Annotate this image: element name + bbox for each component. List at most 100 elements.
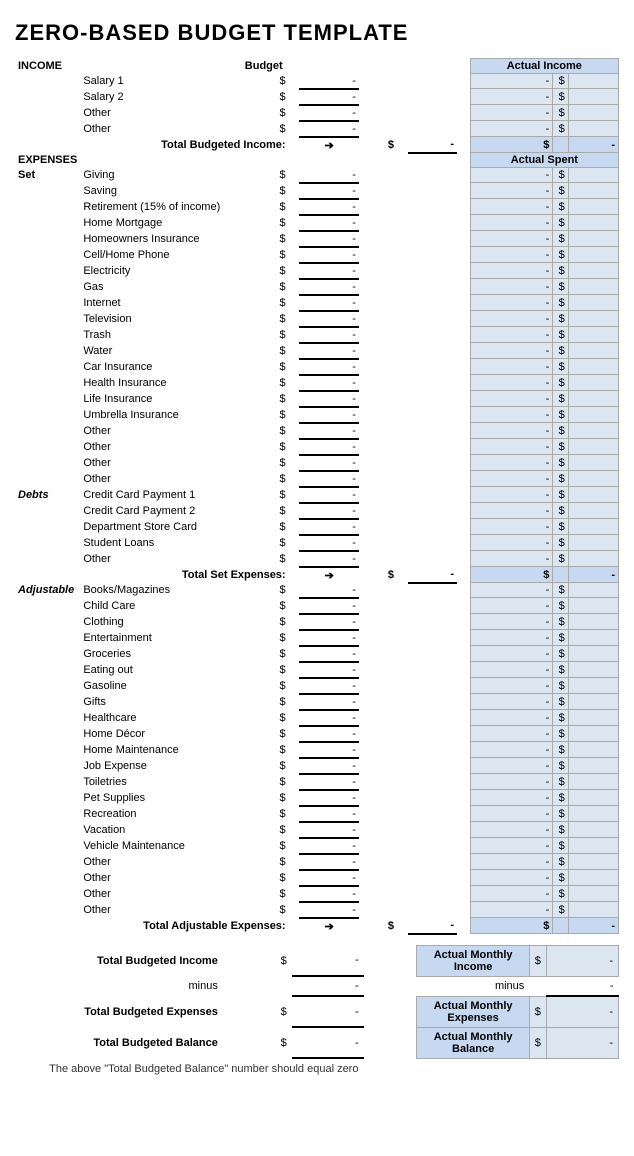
summary-balance-label: Total Budgeted Balance xyxy=(44,1027,223,1058)
expenses-label: EXPENSES xyxy=(15,153,80,168)
set-section-row: Set Giving $ - - $ xyxy=(15,168,619,183)
summary-income-amount[interactable]: - xyxy=(292,945,364,976)
minus-value[interactable]: - xyxy=(292,976,364,996)
table-row: Saving $ - - $ xyxy=(15,183,619,199)
arrow-icon: ➔ xyxy=(299,918,359,934)
row-label: Other xyxy=(80,121,241,137)
table-row: Internet $ - - $ xyxy=(15,295,619,311)
summary-expenses-label: Total Budgeted Expenses xyxy=(44,996,223,1027)
actual-amount[interactable]: - xyxy=(470,89,553,105)
arrow-icon: ➔ xyxy=(299,137,359,153)
table-row: Department Store Card $ - - $ xyxy=(15,519,619,535)
table-row: Gifts $ - - $ xyxy=(15,694,619,710)
summary-minus-row: minus - minus - xyxy=(15,976,619,996)
budget-amount[interactable]: - xyxy=(299,74,359,89)
table-row: Groceries $ - - $ xyxy=(15,646,619,662)
summary-income-label: Total Budgeted Income xyxy=(44,945,223,976)
table-row: Credit Card Payment 2 $ - - $ xyxy=(15,503,619,519)
table-row: Eating out $ - - $ xyxy=(15,662,619,678)
table-row: Trash $ - - $ xyxy=(15,327,619,343)
table-row: Gasoline $ - - $ xyxy=(15,678,619,694)
table-row: Vacation $ - - $ xyxy=(15,822,619,838)
actual-monthly-income-val[interactable]: - xyxy=(546,945,618,976)
summary-section: Total Budgeted Income $ - Actual Monthly… xyxy=(15,945,619,1080)
table-row: Home Décor $ - - $ xyxy=(15,726,619,742)
table-row: Retirement (15% of income) $ - - $ xyxy=(15,199,619,215)
adjustable-label: Adjustable xyxy=(15,583,80,598)
actual-monthly-expenses-val[interactable]: - xyxy=(546,996,618,1027)
table-row: Umbrella Insurance $ - - $ xyxy=(15,407,619,423)
row-label: Salary 1 xyxy=(80,74,241,89)
arrow-icon: ➔ xyxy=(299,567,359,583)
debts-section-row: Debts Credit Card Payment 1 $ - - $ xyxy=(15,487,619,503)
actual-monthly-balance-box: Actual Monthly Balance xyxy=(417,1027,529,1058)
actual-minus-value[interactable]: - xyxy=(546,976,618,996)
actual-amount[interactable]: - xyxy=(470,105,553,121)
income-section-label: INCOME xyxy=(15,59,80,74)
set-label: Set xyxy=(15,168,80,183)
table-row: Home Mortgage $ - - $ xyxy=(15,215,619,231)
table-row: Salary 2 $ - - $ xyxy=(15,89,619,105)
total-adjustable-row: Total Adjustable Expenses: ➔ $ - $ - xyxy=(15,918,619,934)
actual-monthly-expenses-box: Actual Monthly Expenses xyxy=(417,996,529,1027)
table-row: Other $ - - $ xyxy=(15,439,619,455)
table-row: Other $ - - $ xyxy=(15,455,619,471)
table-row: Other $ - - $ xyxy=(15,423,619,439)
expenses-header-row: EXPENSES Actual Spent xyxy=(15,153,619,168)
table-row: Life Insurance $ - - $ xyxy=(15,391,619,407)
table-row: Toiletries $ - - $ xyxy=(15,774,619,790)
table-row: Home Maintenance $ - - $ xyxy=(15,742,619,758)
table-row: Electricity $ - - $ xyxy=(15,263,619,279)
note-text: The above "Total Budgeted Balance" numbe… xyxy=(44,1058,364,1079)
table-row: Car Insurance $ - - $ xyxy=(15,359,619,375)
table-row: Television $ - - $ xyxy=(15,311,619,327)
adjustable-section-row: Adjustable Books/Magazines $ - - $ xyxy=(15,583,619,598)
table-row: Homeowners Insurance $ - - $ xyxy=(15,231,619,247)
actual-amount[interactable]: - xyxy=(470,74,553,89)
summary-table: Total Budgeted Income $ - Actual Monthly… xyxy=(15,945,619,1080)
table-row: Salary 1 $ - - $ xyxy=(15,74,619,89)
summary-balance-amount[interactable]: - xyxy=(292,1027,364,1058)
table-row: Cell/Home Phone $ - - $ xyxy=(15,247,619,263)
minus-label: minus xyxy=(44,976,223,996)
table-row: Vehicle Maintenance $ - - $ xyxy=(15,838,619,854)
table-row: Job Expense $ - - $ xyxy=(15,758,619,774)
summary-income-row: Total Budgeted Income $ - Actual Monthly… xyxy=(15,945,619,976)
total-income-label: Total Budgeted Income: xyxy=(80,137,288,153)
actual-amount[interactable]: - xyxy=(470,121,553,137)
page: ZERO-BASED BUDGET TEMPLATE INCOME Budget xyxy=(0,0,634,1099)
table-row: Other $ - - $ xyxy=(15,471,619,487)
set-first-item: Giving xyxy=(80,168,241,183)
table-row: Healthcare $ - - $ xyxy=(15,710,619,726)
table-row: Recreation $ - - $ xyxy=(15,806,619,822)
budget-amount[interactable]: - xyxy=(299,89,359,105)
actual-total-income[interactable]: $ xyxy=(470,137,553,153)
minus-label-right: minus xyxy=(417,976,529,996)
table-row: Child Care $ - - $ xyxy=(15,598,619,614)
budget-header: Budget xyxy=(242,59,359,74)
table-row: Other $ - - $ xyxy=(15,886,619,902)
summary-balance-row: Total Budgeted Balance $ - Actual Monthl… xyxy=(15,1027,619,1058)
row-label: Other xyxy=(80,105,241,121)
total-income-amount[interactable]: - xyxy=(408,137,457,153)
dollar-sign: $ xyxy=(242,74,289,89)
table-row: Other $ - - $ xyxy=(15,902,619,918)
total-set-row: Total Set Expenses: ➔ $ - $ - xyxy=(15,567,619,583)
actual-monthly-income-box: Actual Monthly Income xyxy=(417,945,529,976)
budget-amount[interactable]: - xyxy=(299,105,359,121)
actual-monthly-balance-val[interactable]: - xyxy=(546,1027,618,1058)
summary-expenses-amount[interactable]: - xyxy=(292,996,364,1027)
total-income-row: Total Budgeted Income: ➔ $ - $ - xyxy=(15,137,619,153)
actual-spent-header: Actual Spent xyxy=(470,153,618,168)
summary-expenses-row: Total Budgeted Expenses $ - Actual Month… xyxy=(15,996,619,1027)
table-row: Gas $ - - $ xyxy=(15,279,619,295)
table-row: Other $ - - $ xyxy=(15,854,619,870)
table-row: Health Insurance $ - - $ xyxy=(15,375,619,391)
budget-amount[interactable]: - xyxy=(299,121,359,137)
table-row: Clothing $ - - $ xyxy=(15,614,619,630)
note-row: The above "Total Budgeted Balance" numbe… xyxy=(15,1058,619,1079)
actual-income-header: Actual Income xyxy=(470,59,618,74)
table-row: Pet Supplies $ - - $ xyxy=(15,790,619,806)
table-row: Entertainment $ - - $ xyxy=(15,630,619,646)
budget-table: INCOME Budget Actual Income Salary 1 $ - xyxy=(15,58,619,935)
